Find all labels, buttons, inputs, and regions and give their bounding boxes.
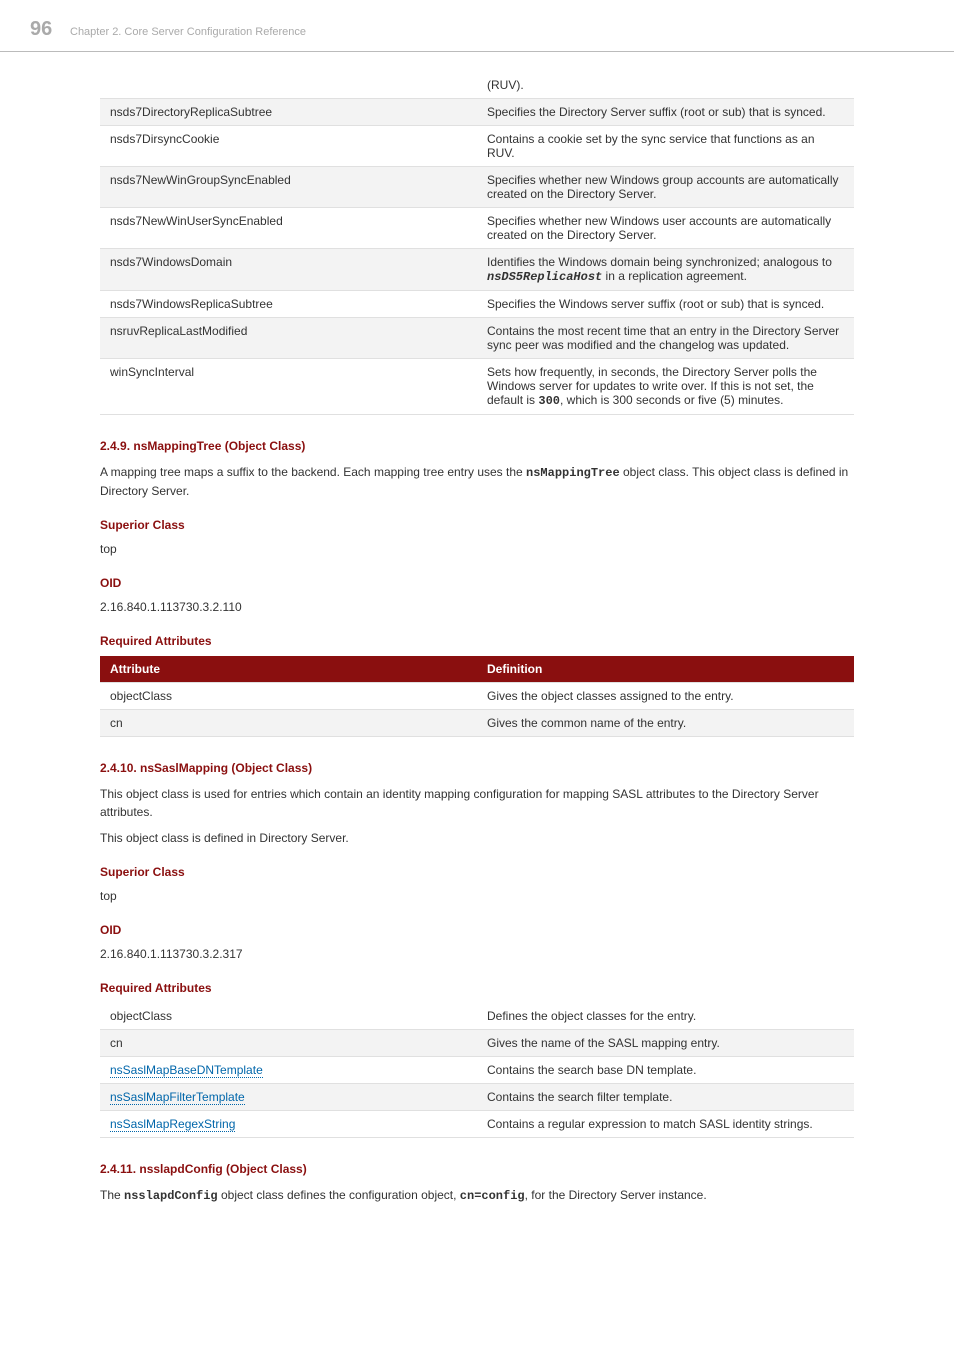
- table-row: nsSaslMapFilterTemplate Contains the sea…: [100, 1084, 854, 1111]
- superior-class-value: top: [100, 887, 854, 905]
- attr-cell: objectClass: [100, 1003, 477, 1030]
- def-cell: Identifies the Windows domain being sync…: [477, 249, 854, 291]
- oid-label: OID: [100, 923, 854, 937]
- table-row: nsSaslMapRegexString Contains a regular …: [100, 1111, 854, 1138]
- def-cell: Contains a cookie set by the sync servic…: [477, 126, 854, 167]
- table-row: cn Gives the common name of the entry.: [100, 710, 854, 737]
- attr-cell: nsds7DirsyncCookie: [100, 126, 477, 167]
- attr-cell[interactable]: nsSaslMapFilterTemplate: [100, 1084, 477, 1111]
- def-cell: Contains the search base DN template.: [477, 1057, 854, 1084]
- def-cell: Contains a regular expression to match S…: [477, 1111, 854, 1138]
- def-cell: Gives the object classes assigned to the…: [477, 683, 854, 710]
- attr-cell: [100, 72, 477, 99]
- section-2411-paragraph: The nsslapdConfig object class defines t…: [100, 1186, 854, 1205]
- attr-cell: nsds7DirectoryReplicaSubtree: [100, 99, 477, 126]
- def-cell: Specifies the Directory Server suffix (r…: [477, 99, 854, 126]
- table-row: nsds7DirsyncCookie Contains a cookie set…: [100, 126, 854, 167]
- table-row: nsds7WindowsReplicaSubtree Specifies the…: [100, 291, 854, 318]
- attr-cell: nsds7NewWinUserSyncEnabled: [100, 208, 477, 249]
- def-cell: Specifies whether new Windows user accou…: [477, 208, 854, 249]
- section-2410-paragraph1: This object class is used for entries wh…: [100, 785, 854, 821]
- oid-value: 2.16.840.1.113730.3.2.317: [100, 945, 854, 963]
- section-249-paragraph: A mapping tree maps a suffix to the back…: [100, 463, 854, 500]
- superior-class-label: Superior Class: [100, 518, 854, 532]
- oid-value: 2.16.840.1.113730.3.2.110: [100, 598, 854, 616]
- required-attributes-table-249: Attribute Definition objectClass Gives t…: [100, 656, 854, 737]
- table-row: nsruvReplicaLastModified Contains the mo…: [100, 318, 854, 359]
- def-cell: Gives the common name of the entry.: [477, 710, 854, 737]
- table-row: nsds7NewWinGroupSyncEnabled Specifies wh…: [100, 167, 854, 208]
- attr-cell: nsds7WindowsDomain: [100, 249, 477, 291]
- table-row: nsds7NewWinUserSyncEnabled Specifies whe…: [100, 208, 854, 249]
- table-row: nsSaslMapBaseDNTemplate Contains the sea…: [100, 1057, 854, 1084]
- table-row: objectClass Gives the object classes ass…: [100, 683, 854, 710]
- superior-class-label: Superior Class: [100, 865, 854, 879]
- table-row: winSyncInterval Sets how frequently, in …: [100, 359, 854, 415]
- oid-label: OID: [100, 576, 854, 590]
- def-cell: Specifies the Windows server suffix (roo…: [477, 291, 854, 318]
- section-heading-2410: 2.4.10. nsSaslMapping (Object Class): [100, 761, 854, 775]
- required-attributes-table-2410: objectClass Defines the object classes f…: [100, 1003, 854, 1138]
- attr-cell: nsds7WindowsReplicaSubtree: [100, 291, 477, 318]
- table-row: objectClass Defines the object classes f…: [100, 1003, 854, 1030]
- def-cell: Contains the search filter template.: [477, 1084, 854, 1111]
- def-header: Definition: [477, 656, 854, 683]
- section-heading-249: 2.4.9. nsMappingTree (Object Class): [100, 439, 854, 453]
- table-row: nsds7WindowsDomain Identifies the Window…: [100, 249, 854, 291]
- def-cell: Gives the name of the SASL mapping entry…: [477, 1030, 854, 1057]
- chapter-title: Chapter 2. Core Server Configuration Ref…: [70, 26, 306, 38]
- attr-cell: nsruvReplicaLastModified: [100, 318, 477, 359]
- attr-cell: objectClass: [100, 683, 477, 710]
- attr-cell[interactable]: nsSaslMapBaseDNTemplate: [100, 1057, 477, 1084]
- superior-class-value: top: [100, 540, 854, 558]
- table-row: nsds7DirectoryReplicaSubtree Specifies t…: [100, 99, 854, 126]
- attr-cell: cn: [100, 1030, 477, 1057]
- def-cell: Contains the most recent time that an en…: [477, 318, 854, 359]
- section-heading-2411: 2.4.11. nsslapdConfig (Object Class): [100, 1162, 854, 1176]
- table-row: (RUV).: [100, 72, 854, 99]
- attr-header: Attribute: [100, 656, 477, 683]
- attr-cell: cn: [100, 710, 477, 737]
- def-cell: Specifies whether new Windows group acco…: [477, 167, 854, 208]
- section-2410-paragraph2: This object class is defined in Director…: [100, 829, 854, 847]
- attr-cell[interactable]: nsSaslMapRegexString: [100, 1111, 477, 1138]
- required-attributes-label: Required Attributes: [100, 634, 854, 648]
- table-row: cn Gives the name of the SASL mapping en…: [100, 1030, 854, 1057]
- link-nssaslmapregexstring: nsSaslMapRegexString: [110, 1117, 235, 1132]
- def-cell: Sets how frequently, in seconds, the Dir…: [477, 359, 854, 415]
- attribute-continuation-table: (RUV). nsds7DirectoryReplicaSubtree Spec…: [100, 72, 854, 415]
- link-nssaslmapbasedntemplate: nsSaslMapBaseDNTemplate: [110, 1063, 263, 1078]
- def-cell: Defines the object classes for the entry…: [477, 1003, 854, 1030]
- required-attributes-label: Required Attributes: [100, 981, 854, 995]
- page-header: 96 Chapter 2. Core Server Configuration …: [0, 0, 954, 52]
- def-cell: (RUV).: [477, 72, 854, 99]
- page-number: 96: [0, 18, 70, 41]
- attr-cell: winSyncInterval: [100, 359, 477, 415]
- link-nssaslmapfiltertemplate: nsSaslMapFilterTemplate: [110, 1090, 245, 1105]
- table-header-row: Attribute Definition: [100, 656, 854, 683]
- attr-cell: nsds7NewWinGroupSyncEnabled: [100, 167, 477, 208]
